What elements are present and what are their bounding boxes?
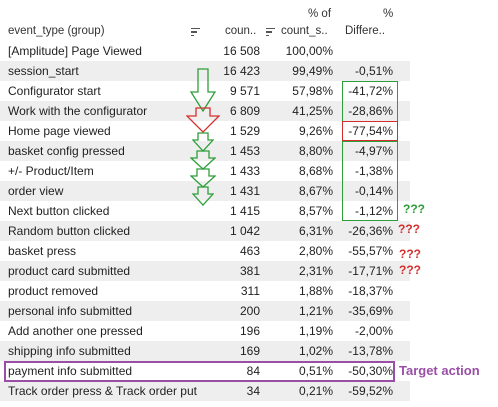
arrow-down-icon — [190, 68, 216, 112]
event-name-cell: personal info submitted — [8, 304, 133, 318]
header-event-type[interactable]: event_type (group) — [8, 25, 105, 37]
count-cell: 16 508 — [223, 44, 260, 58]
arrow-down-icon — [190, 150, 216, 170]
pct-cell: 6,31% — [298, 224, 333, 238]
event-name-cell: product card submitted — [8, 264, 131, 278]
event-name-cell: Configurator start — [8, 84, 101, 98]
event-name-cell: basket config pressed — [8, 144, 125, 158]
table-row[interactable]: [Amplitude] Page Viewed 16 508 100,00% — [0, 41, 410, 61]
pct-cell: 8,80% — [298, 144, 333, 158]
header-pct[interactable]: count_s.. — [281, 25, 328, 37]
question-marks: ??? — [399, 247, 421, 261]
pct-cell: 9,26% — [298, 124, 333, 138]
event-name-cell: shipping info submitted — [8, 344, 131, 358]
header-count[interactable]: coun.. — [225, 25, 256, 37]
header-diff[interactable]: Differe.. — [345, 25, 385, 37]
count-cell: 34 — [246, 384, 260, 398]
arrow-down-icon — [192, 186, 214, 206]
arrow-down-icon — [186, 107, 220, 133]
pct-cell: 2,80% — [298, 244, 333, 258]
highlight-box-green — [342, 141, 398, 221]
event-name-cell: order view — [8, 184, 64, 198]
diff-cell: -0,51% — [354, 64, 393, 78]
count-cell: 1 042 — [229, 224, 260, 238]
diff-cell: -26,36% — [348, 224, 393, 238]
count-cell: 169 — [239, 344, 260, 358]
pct-cell: 1,21% — [298, 304, 333, 318]
arrow-down-icon — [190, 168, 216, 188]
pct-cell: 99,49% — [292, 64, 333, 78]
pct-cell: 100,00% — [285, 44, 333, 58]
table-row[interactable]: product card submitted 381 2,31% -17,71% — [0, 261, 410, 281]
pct-cell: 0,21% — [298, 384, 333, 398]
event-name-cell: +/- Product/Item — [8, 164, 94, 178]
table-row[interactable]: Add another one pressed 196 1,19% -2,00% — [0, 321, 410, 341]
pct-cell: 8,68% — [298, 164, 333, 178]
table-row[interactable]: product removed 311 1,88% -18,37% — [0, 281, 410, 301]
diff-cell: -17,71% — [348, 264, 393, 278]
event-name-cell: Work with the configurator — [8, 104, 148, 118]
count-cell: 311 — [240, 284, 260, 298]
count-cell: 463 — [239, 244, 260, 258]
table-row[interactable]: shipping info submitted 169 1,02% -13,78% — [0, 341, 410, 361]
diff-cell: -59,52% — [348, 384, 393, 398]
header-pct-top: % of — [308, 8, 332, 20]
diff-cell — [340, 41, 393, 61]
pct-cell: 8,57% — [298, 204, 333, 218]
target-action-box — [4, 361, 395, 382]
arrow-down-icon — [192, 132, 214, 152]
question-marks: ??? — [399, 263, 421, 277]
table-row[interactable]: personal info submitted 200 1,21% -35,69% — [0, 301, 410, 321]
pct-cell: 8,67% — [298, 184, 333, 198]
event-name-cell: product removed — [8, 284, 99, 298]
event-name-cell: Home page viewed — [8, 124, 111, 138]
pct-cell: 1,19% — [298, 324, 333, 338]
highlight-box-red — [342, 121, 398, 141]
table-row[interactable]: basket press 463 2,80% -55,57% — [0, 241, 410, 261]
highlight-box-green — [342, 81, 398, 122]
event-name-cell: Add another one pressed — [8, 324, 143, 338]
pct-cell: 1,88% — [298, 284, 333, 298]
table-row[interactable]: Random button clicked 1 042 6,31% -26,36% — [0, 221, 410, 241]
event-name-cell: Track order press & Track order put — [8, 384, 197, 398]
target-action-label: Target action — [399, 363, 480, 378]
pct-cell: 57,98% — [292, 84, 333, 98]
count-cell: 200 — [239, 304, 260, 318]
sort-icon[interactable] — [266, 28, 275, 37]
event-name-cell: basket press — [8, 244, 77, 258]
event-name-cell: Next button clicked — [8, 204, 110, 218]
table-row[interactable]: Track order press & Track order put 34 0,2… — [0, 381, 410, 401]
pct-cell: 1,02% — [298, 344, 333, 358]
sort-icon[interactable] — [191, 28, 200, 37]
question-marks: ??? — [398, 222, 420, 236]
pct-cell: 41,25% — [292, 104, 333, 118]
diff-cell: -13,78% — [348, 344, 393, 358]
event-name-cell: session_start — [8, 64, 79, 78]
event-name-cell: [Amplitude] Page Viewed — [8, 44, 142, 58]
diff-cell: -2,00% — [354, 324, 393, 338]
diff-cell: -55,57% — [348, 244, 393, 258]
pct-cell: 2,31% — [298, 264, 333, 278]
event-name-cell: Random button clicked — [8, 224, 131, 238]
count-cell: 381 — [239, 264, 260, 278]
question-marks: ??? — [403, 202, 425, 216]
header-diff-top: % — [383, 8, 394, 20]
count-cell: 196 — [239, 324, 260, 338]
diff-cell: -35,69% — [348, 304, 393, 318]
diff-cell: -18,37% — [348, 284, 393, 298]
